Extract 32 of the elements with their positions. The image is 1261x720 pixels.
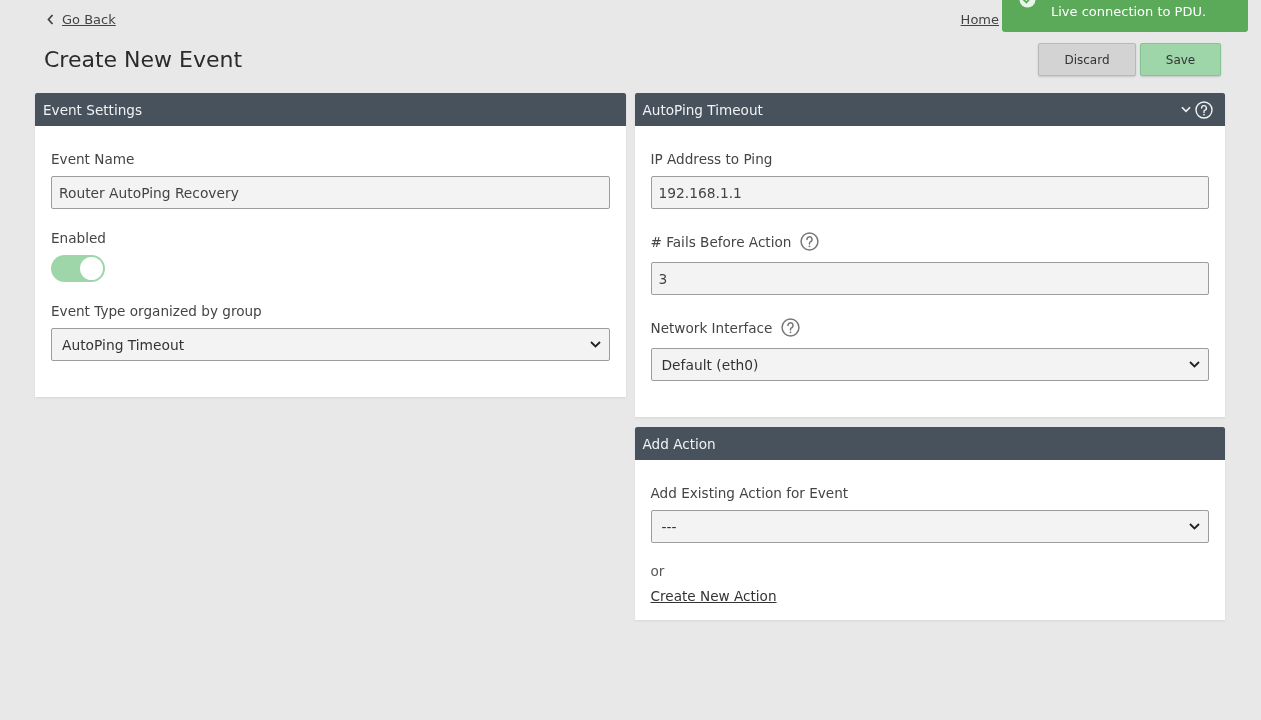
primary-button[interactable]: Save — [1140, 43, 1221, 76]
field-label: Add Existing Action for Event — [650, 485, 849, 501]
toggle-switch[interactable] — [51, 255, 105, 282]
or-text: or — [650, 563, 666, 579]
field-label: # Fails Before Action — [650, 233, 792, 250]
chevron-down-icon — [1189, 523, 1200, 530]
go-back-link[interactable]: Go Back — [47, 11, 116, 27]
chevron-left-icon — [47, 13, 54, 25]
panel-title: Event Settings — [43, 101, 143, 118]
panel-title: Add Action — [642, 435, 716, 452]
create-action-link[interactable]: Create New Action — [650, 588, 777, 604]
field-label: Event Type organized by group — [51, 303, 262, 319]
field-label: Network Interface — [650, 319, 773, 336]
select-dropdown[interactable]: Default (eth0) — [650, 348, 1209, 381]
page-title: Create New Event — [44, 47, 243, 72]
field-label: Enabled — [51, 230, 106, 246]
text-field[interactable]: Router AutoPing Recovery — [51, 176, 610, 209]
field-label: Event Name — [51, 151, 135, 167]
panel-title: AutoPing Timeout — [642, 101, 763, 118]
text-field[interactable]: 3 — [650, 262, 1209, 295]
help-icon[interactable] — [800, 232, 820, 251]
chevron-down-icon[interactable] — [1181, 106, 1191, 113]
chevron-down-icon — [589, 341, 601, 348]
chevron-down-icon — [1189, 361, 1200, 368]
breadcrumb-link[interactable]: Home — [960, 11, 999, 27]
select-dropdown[interactable]: --- — [650, 510, 1209, 543]
field-label: IP Address to Ping — [650, 151, 773, 167]
secondary-button[interactable]: Discard — [1038, 43, 1136, 76]
toast-message: Live connection to PDU. — [1051, 3, 1207, 20]
help-icon[interactable] — [781, 318, 801, 337]
select-dropdown[interactable]: AutoPing Timeout — [51, 328, 610, 361]
text-field[interactable]: 192.168.1.1 — [650, 176, 1209, 209]
